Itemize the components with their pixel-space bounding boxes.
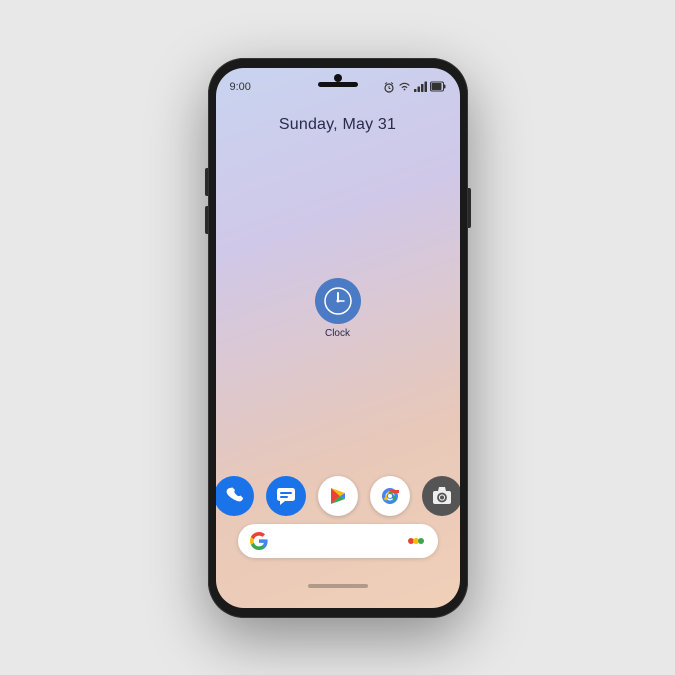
navigation-bar <box>216 572 460 600</box>
app-chrome[interactable] <box>370 476 410 516</box>
google-search-bar[interactable] <box>238 524 438 558</box>
date-area: Sunday, May 31 <box>216 116 460 134</box>
clock-app-icon <box>315 278 361 324</box>
front-camera <box>334 74 342 82</box>
google-g-icon <box>250 532 268 550</box>
camera-icon <box>431 485 453 507</box>
app-camera[interactable] <box>422 476 460 516</box>
phone-icon <box>223 485 245 507</box>
phone-device: 9:00 <box>208 58 468 618</box>
power-button[interactable] <box>468 188 471 228</box>
phone-screen: 9:00 <box>216 68 460 608</box>
battery-icon <box>430 81 446 92</box>
nav-pill[interactable] <box>308 584 368 588</box>
volume-up-button[interactable] <box>205 168 208 196</box>
clock-app[interactable]: Clock <box>315 278 361 339</box>
clock-svg <box>323 286 353 316</box>
play-store-icon <box>327 485 349 507</box>
volume-down-button[interactable] <box>205 206 208 234</box>
signal-icon <box>414 81 427 92</box>
google-mic-icon <box>406 531 426 551</box>
clock-app-label: Clock <box>325 328 350 339</box>
dock-row <box>216 476 460 516</box>
alarm-icon <box>383 81 395 93</box>
wifi-icon <box>398 81 411 92</box>
status-time: 9:00 <box>230 81 251 93</box>
speaker <box>318 82 358 87</box>
dock-area <box>216 476 460 558</box>
messages-icon <box>275 485 297 507</box>
app-play-store[interactable] <box>318 476 358 516</box>
date-display: Sunday, May 31 <box>279 116 396 133</box>
status-icons <box>383 81 446 93</box>
app-messages[interactable] <box>266 476 306 516</box>
app-phone[interactable] <box>216 476 254 516</box>
chrome-icon <box>378 484 402 508</box>
